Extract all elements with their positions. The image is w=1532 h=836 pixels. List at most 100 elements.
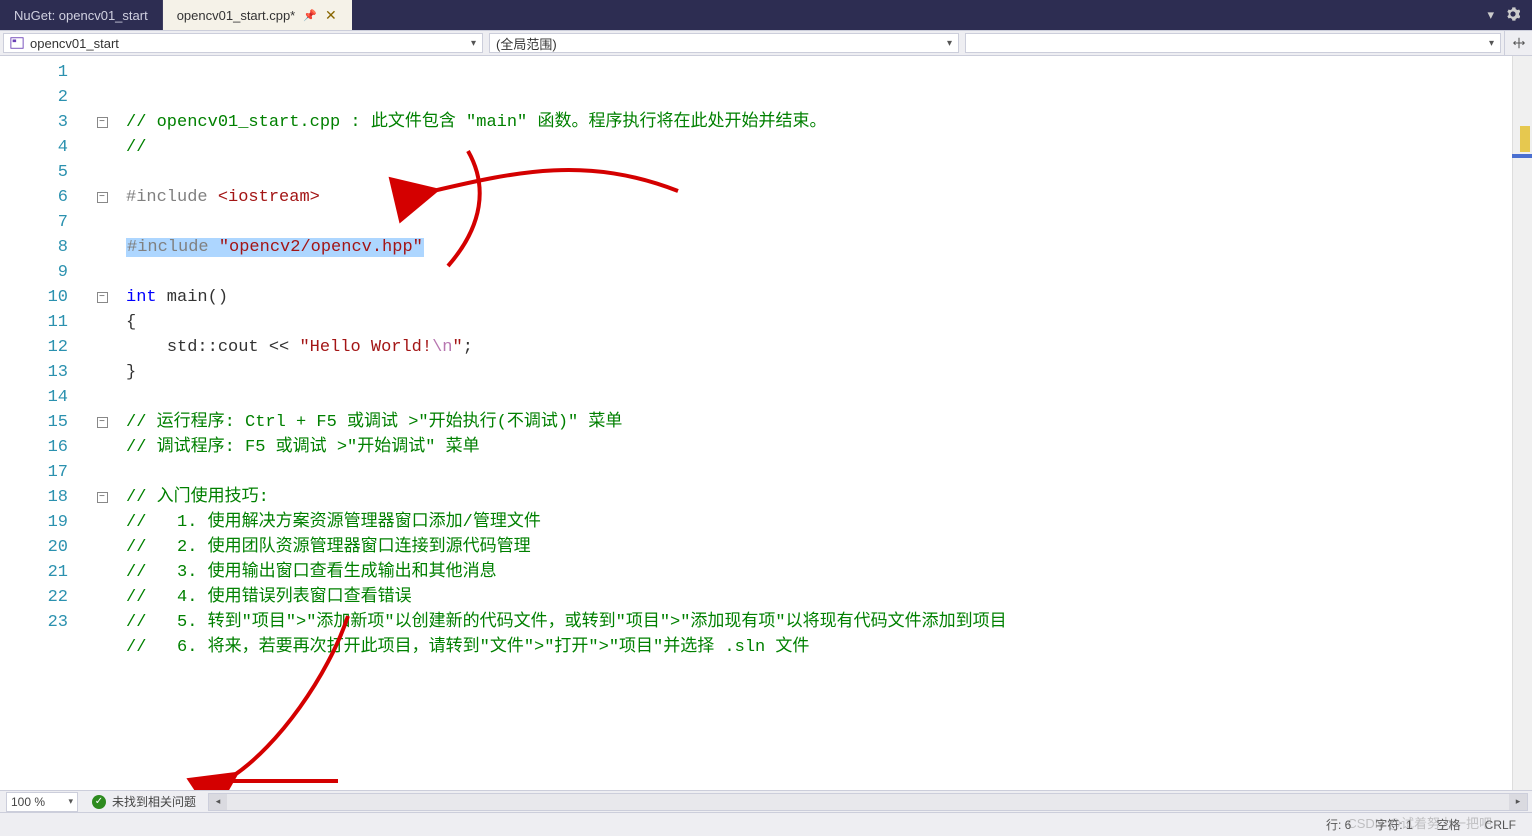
code-text[interactable]: // 入门使用技巧: [122,485,279,510]
code-line[interactable]: #include "opencv2/opencv.hpp" [88,235,1512,260]
code-line[interactable] [88,210,1512,235]
issues-indicator[interactable]: ✓ 未找到相关问题 [84,793,204,810]
code-text[interactable]: // 6. 将来，若要再次打开此项目，请转到"文件">"打开">"项目"并选择 … [122,635,809,660]
tab-active-file[interactable]: opencv01_start.cpp* 📌 ✕ [163,0,352,30]
code-line[interactable] [88,660,1512,685]
code-line[interactable]: // 3. 使用输出窗口查看生成输出和其他消息 [88,560,1512,585]
status-line[interactable]: 行: 6 [1326,816,1351,833]
code-text[interactable]: { [122,310,136,335]
status-indent[interactable]: 空格 [1437,816,1461,833]
chevron-down-icon: ▾ [471,38,476,49]
code-line[interactable]: // 2. 使用团队资源管理器窗口连接到源代码管理 [88,535,1512,560]
code-text[interactable]: } [122,360,136,385]
window-dropdown-icon[interactable]: ▾ [1487,7,1494,23]
status-bar: 行: 6 字符: 1 空格 CRLF [0,812,1532,836]
code-line[interactable]: } [88,360,1512,385]
scope-project-label: opencv01_start [30,36,119,51]
code-line[interactable]: − // 入门使用技巧: [88,485,1512,510]
line-number: 20 [0,535,68,560]
code-text[interactable]: // 运行程序: Ctrl + F5 或调试 >"开始执行(不调试)" 菜单 [122,410,622,435]
chevron-down-icon: ▾ [947,38,952,49]
code-line[interactable]: // 6. 将来，若要再次打开此项目，请转到"文件">"打开">"项目"并选择 … [88,635,1512,660]
line-number: 12 [0,335,68,360]
code-line[interactable]: // 5. 转到"项目">"添加新项"以创建新的代码文件，或转到"项目">"添加… [88,610,1512,635]
scope-global-combo[interactable]: (全局范围) ▾ [489,33,959,53]
code-line[interactable] [88,160,1512,185]
fold-toggle-icon[interactable]: − [97,417,108,428]
zoom-combo[interactable]: 100 % ▾ [6,792,78,812]
code-line[interactable]: { [88,310,1512,335]
code-editor[interactable]: 1234567891011121314151617181920212223 −/… [0,56,1532,790]
code-line[interactable]: − // opencv01_start.cpp : 此文件包含 "main" 函数… [88,110,1512,135]
code-line[interactable]: − int main() [88,285,1512,310]
line-number: 9 [0,260,68,285]
chevron-down-icon: ▾ [1489,38,1494,49]
gear-icon[interactable] [1506,7,1520,24]
code-text[interactable]: // 调试程序: F5 或调试 >"开始调试" 菜单 [122,435,480,460]
code-line[interactable]: // [88,135,1512,160]
code-text[interactable]: #include <iostream> [122,185,320,210]
line-number: 10 [0,285,68,310]
tab-nuget[interactable]: NuGet: opencv01_start [0,0,163,30]
line-number: 2 [0,85,68,110]
pin-icon[interactable]: 📌 [303,9,317,22]
code-line[interactable]: − #include <iostream> [88,185,1512,210]
fold-toggle-icon[interactable]: − [97,192,108,203]
split-editor-button[interactable] [1504,31,1532,55]
code-line[interactable] [88,460,1512,485]
close-icon[interactable]: ✕ [325,7,337,24]
code-text[interactable]: // 2. 使用团队资源管理器窗口连接到源代码管理 [122,535,531,560]
fold-gutter[interactable]: − [88,192,116,203]
scroll-right-button[interactable]: ▸ [1509,794,1527,810]
horizontal-scrollbar[interactable]: ◂ ▸ [208,793,1528,811]
line-number: 8 [0,235,68,260]
fold-gutter[interactable]: − [88,417,116,428]
issues-label: 未找到相关问题 [112,793,196,810]
fold-gutter[interactable]: − [88,292,116,303]
line-number: 21 [0,560,68,585]
chevron-down-icon: ▾ [68,796,73,807]
line-number: 11 [0,310,68,335]
line-number: 5 [0,160,68,185]
code-text[interactable]: std::cout << "Hello World!\n"; [122,335,473,360]
code-text[interactable]: // opencv01_start.cpp : 此文件包含 "main" 函数。… [122,110,826,135]
code-line[interactable]: // 调试程序: F5 或调试 >"开始调试" 菜单 [88,435,1512,460]
code-line[interactable] [88,385,1512,410]
line-number: 19 [0,510,68,535]
scroll-left-button[interactable]: ◂ [209,794,227,810]
line-number: 22 [0,585,68,610]
status-column[interactable]: 字符: 1 [1375,816,1412,833]
editor-bottom-strip: 100 % ▾ ✓ 未找到相关问题 ◂ ▸ [0,790,1532,812]
code-text[interactable]: #include "opencv2/opencv.hpp" [122,235,424,260]
scope-project-combo[interactable]: opencv01_start ▾ [3,33,483,53]
line-number: 18 [0,485,68,510]
vertical-scrollbar[interactable] [1512,56,1532,790]
code-line[interactable]: // 1. 使用解决方案资源管理器窗口添加/管理文件 [88,510,1512,535]
code-line[interactable]: std::cout << "Hello World!\n"; [88,335,1512,360]
status-eol[interactable]: CRLF [1485,818,1516,832]
code-line[interactable] [88,260,1512,285]
code-text[interactable]: // 4. 使用错误列表窗口查看错误 [122,585,412,610]
line-number: 23 [0,610,68,635]
line-number: 17 [0,460,68,485]
tab-label: NuGet: opencv01_start [14,8,148,23]
code-text-area[interactable]: − // opencv01_start.cpp : 此文件包含 "main" 函数… [88,56,1512,790]
line-number-gutter: 1234567891011121314151617181920212223 [0,56,88,790]
fold-toggle-icon[interactable]: − [97,492,108,503]
code-line[interactable]: // 4. 使用错误列表窗口查看错误 [88,585,1512,610]
line-number: 7 [0,210,68,235]
scope-member-combo[interactable]: ▾ [965,33,1501,53]
fold-toggle-icon[interactable]: − [97,292,108,303]
code-text[interactable]: // [122,135,146,160]
code-text[interactable]: // 1. 使用解决方案资源管理器窗口添加/管理文件 [122,510,541,535]
code-text[interactable]: // 3. 使用输出窗口查看生成输出和其他消息 [122,560,497,585]
code-text[interactable]: // 5. 转到"项目">"添加新项"以创建新的代码文件，或转到"项目">"添加… [122,610,1007,635]
fold-toggle-icon[interactable]: − [97,117,108,128]
fold-gutter[interactable]: − [88,117,116,128]
fold-gutter[interactable]: − [88,492,116,503]
code-text[interactable]: int main() [122,285,228,310]
change-marker [1520,126,1530,152]
navigation-bar: opencv01_start ▾ (全局范围) ▾ ▾ [0,30,1532,56]
zoom-value: 100 % [11,795,45,809]
code-line[interactable]: − // 运行程序: Ctrl + F5 或调试 >"开始执行(不调试)" 菜单 [88,410,1512,435]
